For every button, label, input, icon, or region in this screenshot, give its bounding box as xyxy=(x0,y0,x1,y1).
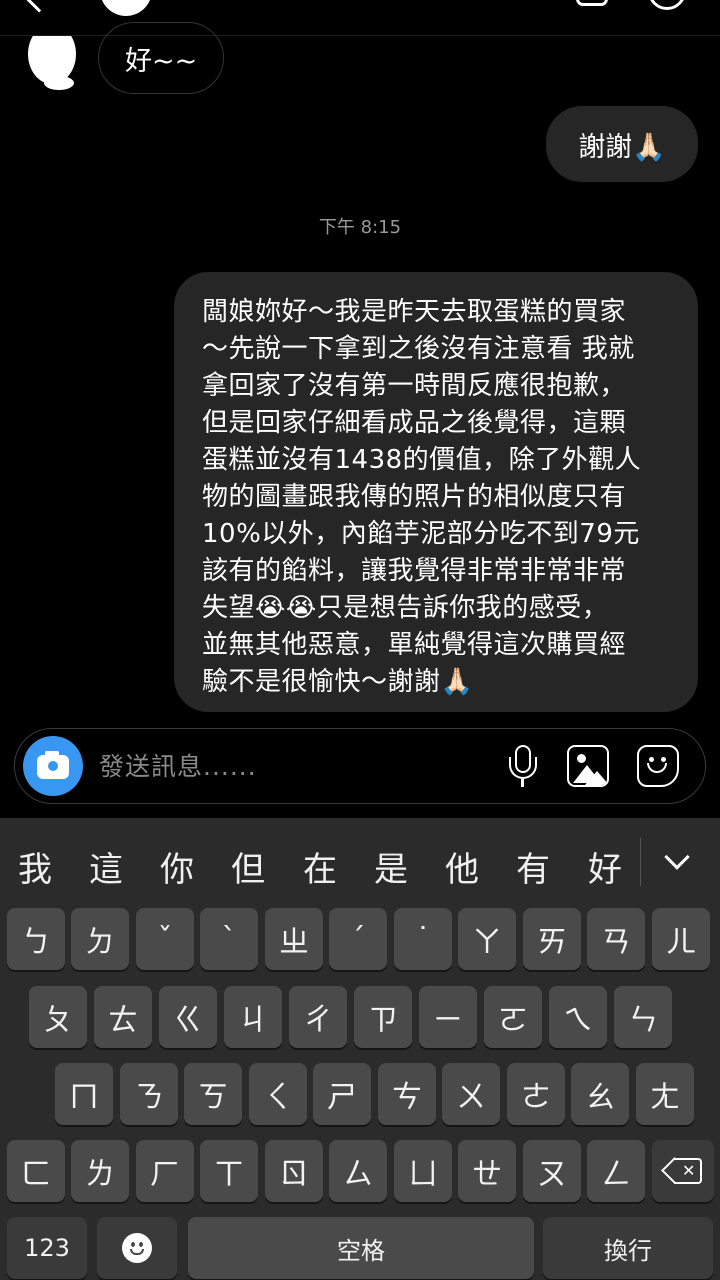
backspace-key[interactable]: ✕ xyxy=(652,1140,714,1202)
key[interactable]: ˙ xyxy=(394,908,452,970)
key[interactable]: ㄜ xyxy=(507,1063,565,1125)
message-line: 並無其他惡意，單純覺得這次購買經 xyxy=(202,630,627,660)
message-line: 驗不是很愉快～謝謝🙏🏻 xyxy=(202,667,474,697)
key[interactable]: ㄉ xyxy=(71,908,129,970)
key[interactable]: ㄢ xyxy=(587,908,645,970)
key[interactable]: ˇ xyxy=(136,908,194,970)
candidate-word[interactable]: 在 xyxy=(295,842,345,891)
key[interactable]: ㄨ xyxy=(442,1063,500,1125)
key[interactable]: ㄎ xyxy=(184,1063,242,1125)
candidate-word[interactable]: 好 xyxy=(580,842,630,891)
key[interactable]: ㄌ xyxy=(71,1140,129,1202)
key[interactable]: ㄖ xyxy=(265,1140,323,1202)
key[interactable]: ㄟ xyxy=(549,986,607,1048)
key[interactable]: ㄧ xyxy=(419,986,477,1048)
video-call-icon[interactable] xyxy=(576,0,608,6)
key[interactable]: ㄤ xyxy=(636,1063,694,1125)
candidate-word[interactable]: 但 xyxy=(223,842,273,891)
key[interactable]: ㄏ xyxy=(136,1140,194,1202)
key[interactable]: ㄇ xyxy=(55,1063,113,1125)
key[interactable]: ㄑ xyxy=(249,1063,307,1125)
emoji-key[interactable] xyxy=(97,1217,177,1279)
key[interactable]: ㄞ xyxy=(523,908,581,970)
key[interactable]: ˋ xyxy=(200,908,258,970)
key[interactable]: ㄥ xyxy=(587,1140,645,1202)
key[interactable]: ㄡ xyxy=(523,1140,581,1202)
key[interactable]: ㄆ xyxy=(29,986,87,1048)
contact-avatar[interactable] xyxy=(100,0,152,16)
message-line: 物的圖畫跟我傳的照片的相似度只有 xyxy=(202,482,627,512)
zhuyin-keyboard: 我 這 你 但 在 是 他 有 好 ㄅ ㄉ ˇ ˋ ㄓ ˊ ˙ ㄚ ㄞ ㄢ ㄦ … xyxy=(0,818,720,1280)
key[interactable]: ㄩ xyxy=(394,1140,452,1202)
chevron-down-icon[interactable] xyxy=(664,844,690,870)
key[interactable]: ㄣ xyxy=(614,986,672,1048)
message-line: 但是回家仔細看成品之後覺得，這顆 xyxy=(202,408,627,438)
sender-avatar[interactable] xyxy=(28,36,86,92)
message-input[interactable] xyxy=(99,745,479,787)
message-composer xyxy=(14,728,706,804)
candidate-word[interactable]: 有 xyxy=(508,842,558,891)
backspace-icon: ✕ xyxy=(661,1157,702,1184)
message-line: 闆娘妳好～我是昨天去取蛋糕的買家 xyxy=(202,297,627,327)
return-key[interactable]: 換行 xyxy=(543,1217,713,1279)
emoji-icon xyxy=(122,1233,152,1263)
message-line: ～先說一下拿到之後沒有注意看 我就 xyxy=(202,334,635,364)
message-line: 拿回家了沒有第一時間反應很抱歉， xyxy=(202,371,627,401)
key[interactable]: ㄓ xyxy=(265,908,323,970)
chat-header xyxy=(0,0,720,36)
candidate-word[interactable]: 你 xyxy=(152,842,202,891)
key[interactable]: ㄠ xyxy=(571,1063,629,1125)
candidate-word[interactable]: 這 xyxy=(81,842,131,891)
key[interactable]: ㄚ xyxy=(458,908,516,970)
key[interactable]: ㄕ xyxy=(313,1063,371,1125)
key[interactable]: ㄊ xyxy=(94,986,152,1048)
key[interactable]: ㄙ xyxy=(329,1140,387,1202)
message-line: 該有的餡料，讓我覺得非常非常非常 xyxy=(202,556,627,586)
numbers-key[interactable]: 123 xyxy=(7,1217,87,1279)
candidate-word[interactable]: 他 xyxy=(437,842,487,891)
gallery-icon[interactable] xyxy=(567,745,609,787)
message-line: 失望😭😭只是想告訴你我的感受， xyxy=(202,593,609,623)
message-line: 10%以外，內餡芋泥部分吃不到79元 xyxy=(202,519,640,549)
key[interactable]: ㄔ xyxy=(289,986,347,1048)
candidate-bar: 我 這 你 但 在 是 他 有 好 xyxy=(0,818,720,910)
key[interactable]: ˊ xyxy=(329,908,387,970)
space-key[interactable]: 空格 xyxy=(188,1217,534,1279)
sent-long-message-bubble[interactable]: 闆娘妳好～我是昨天去取蛋糕的買家 ～先說一下拿到之後沒有注意看 我就 拿回家了沒… xyxy=(174,272,698,712)
key[interactable]: ㄛ xyxy=(484,986,542,1048)
key[interactable]: ㄅ xyxy=(7,908,65,970)
key[interactable]: ㄈ xyxy=(7,1140,65,1202)
message-timestamp: 下午 8:15 xyxy=(318,217,402,238)
key[interactable]: ㄋ xyxy=(120,1063,178,1125)
info-icon[interactable] xyxy=(648,0,686,10)
key[interactable]: ㄘ xyxy=(378,1063,436,1125)
key[interactable]: ㄗ xyxy=(354,986,412,1048)
candidate-divider xyxy=(640,838,641,886)
key[interactable]: ㄐ xyxy=(224,986,282,1048)
microphone-icon[interactable] xyxy=(509,745,537,789)
camera-button[interactable] xyxy=(23,736,83,796)
key[interactable]: ㄒ xyxy=(200,1140,258,1202)
sent-message-bubble[interactable]: 謝謝🙏🏻 xyxy=(546,106,698,182)
message-line: 蛋糕並沒有1438的價值，除了外觀人 xyxy=(202,445,642,475)
received-message-bubble[interactable]: 好~~ xyxy=(98,22,225,94)
key[interactable]: ㄍ xyxy=(159,986,217,1048)
sticker-icon[interactable] xyxy=(637,745,679,787)
candidate-word[interactable]: 我 xyxy=(10,842,60,891)
key[interactable]: ㄦ xyxy=(652,908,710,970)
key[interactable]: ㄝ xyxy=(458,1140,516,1202)
back-arrow-icon[interactable] xyxy=(23,0,55,13)
candidate-word[interactable]: 是 xyxy=(366,842,416,891)
